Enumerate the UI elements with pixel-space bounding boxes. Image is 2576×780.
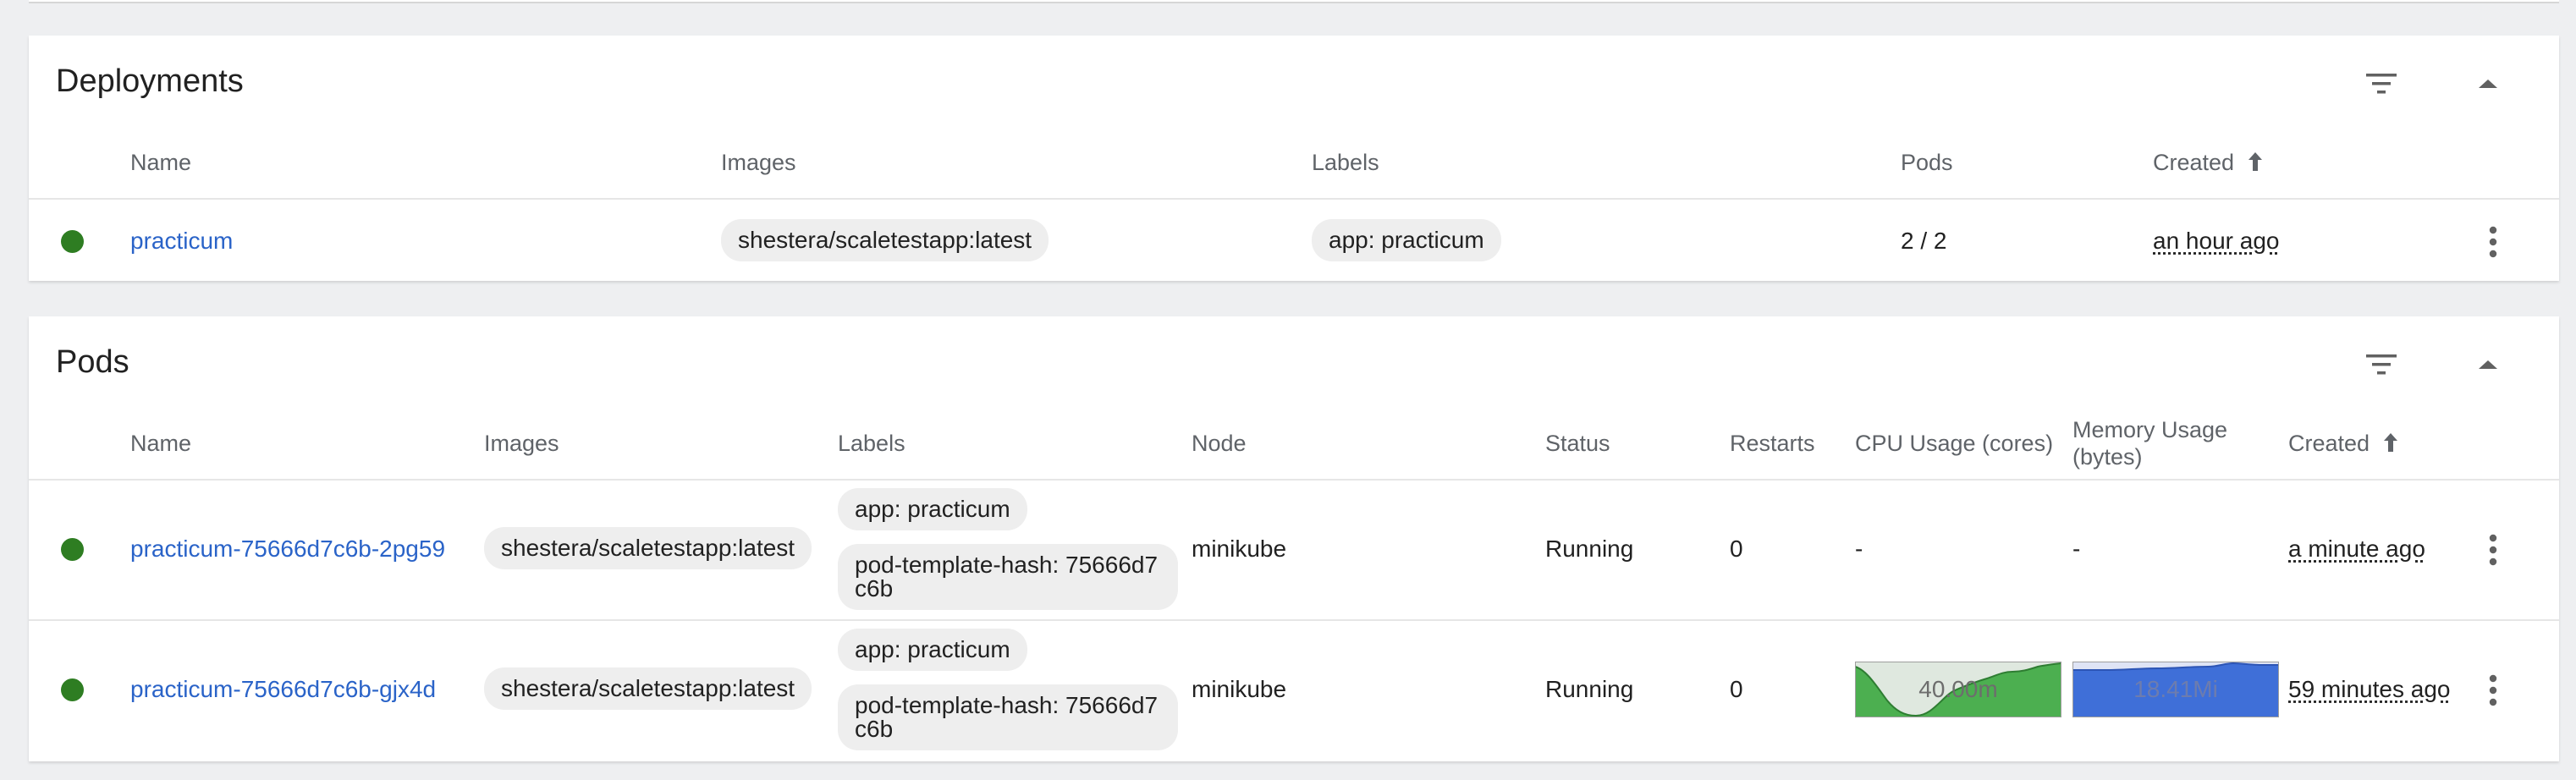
memory-usage: - [2072, 536, 2081, 562]
col-header-restarts: Restarts [1730, 431, 1815, 456]
memory-sparkline[interactable]: 18.41Mi [2072, 662, 2279, 717]
col-header-name[interactable]: Name [130, 150, 191, 176]
col-header-status: Status [1545, 431, 1610, 456]
col-header-images: Images [721, 150, 796, 175]
pods-count: 2 / 2 [1901, 228, 1947, 254]
collapse-arrow-icon[interactable] [2475, 76, 2501, 91]
col-header-created[interactable]: Created [2153, 150, 2265, 176]
label-chip-hash: pod-template-hash: 75666d7c6b [838, 684, 1178, 750]
label-chip-app: app: practicum [838, 629, 1027, 671]
pods-card: Pods Name Images Labels Node Status Rest… [29, 316, 2559, 761]
col-header-memory-line1: Memory Usage [2072, 417, 2228, 442]
deployments-title: Deployments [56, 63, 244, 99]
label-chip-app: app: practicum [838, 488, 1027, 530]
col-header-node: Node [1192, 431, 1247, 456]
deployments-card: Deployments Name Images Labels Pods Crea… [29, 36, 2559, 281]
col-header-labels: Labels [1312, 150, 1379, 175]
restarts-count: 0 [1730, 676, 1743, 702]
status-text: Running [1545, 676, 1634, 702]
label-chip-hash: pod-template-hash: 75666d7c6b [838, 544, 1178, 610]
pod-name-link[interactable]: practicum-75666d7c6b-2pg59 [130, 536, 445, 563]
status-running-icon [61, 678, 84, 701]
col-header-created-label: Created [2288, 431, 2370, 456]
filter-icon[interactable] [2364, 71, 2398, 96]
deployment-name-link[interactable]: practicum [130, 228, 233, 255]
more-vertical-icon[interactable] [2488, 226, 2498, 258]
divider [29, 619, 2559, 621]
col-header-name[interactable]: Name [130, 431, 191, 457]
sort-ascending-icon[interactable] [2246, 151, 2265, 173]
created-time: a minute ago [2288, 536, 2425, 562]
more-vertical-icon[interactable] [2488, 534, 2498, 566]
collapse-arrow-icon[interactable] [2475, 357, 2501, 372]
node-name: minikube [1192, 536, 1287, 562]
col-header-images: Images [484, 431, 559, 456]
col-header-memory: Memory Usage (bytes) [2072, 416, 2227, 470]
status-running-icon [61, 538, 84, 561]
divider [29, 198, 2559, 200]
divider [29, 479, 2559, 481]
sort-ascending-icon[interactable] [2381, 431, 2400, 453]
col-header-labels: Labels [838, 431, 905, 456]
memory-usage-value: 18.41Mi [2133, 676, 2218, 702]
status-text: Running [1545, 536, 1634, 562]
pods-title: Pods [56, 344, 129, 380]
restarts-count: 0 [1730, 536, 1743, 562]
cpu-usage: - [1855, 536, 1863, 562]
col-header-cpu: CPU Usage (cores) [1855, 431, 2054, 456]
cpu-usage-value: 40.00m [1918, 676, 1997, 702]
node-name: minikube [1192, 676, 1287, 702]
image-chip: shestera/scaletestapp:latest [484, 667, 812, 710]
image-chip: shestera/scaletestapp:latest [484, 527, 812, 569]
previous-card-edge [29, 0, 2559, 3]
label-chip: app: practicum [1312, 219, 1501, 261]
col-header-created[interactable]: Created [2288, 431, 2400, 457]
image-chip: shestera/scaletestapp:latest [721, 219, 1049, 261]
more-vertical-icon[interactable] [2488, 674, 2498, 706]
created-time: 59 minutes ago [2288, 676, 2451, 702]
filter-icon[interactable] [2364, 352, 2398, 377]
pod-name-link[interactable]: practicum-75666d7c6b-gjx4d [130, 676, 436, 703]
cpu-sparkline[interactable]: 40.00m [1855, 662, 2061, 717]
status-running-icon [61, 230, 84, 253]
created-time: an hour ago [2153, 228, 2280, 254]
col-header-pods: Pods [1901, 150, 1953, 175]
col-header-memory-line2: (bytes) [2072, 444, 2143, 470]
col-header-created-label: Created [2153, 150, 2235, 175]
